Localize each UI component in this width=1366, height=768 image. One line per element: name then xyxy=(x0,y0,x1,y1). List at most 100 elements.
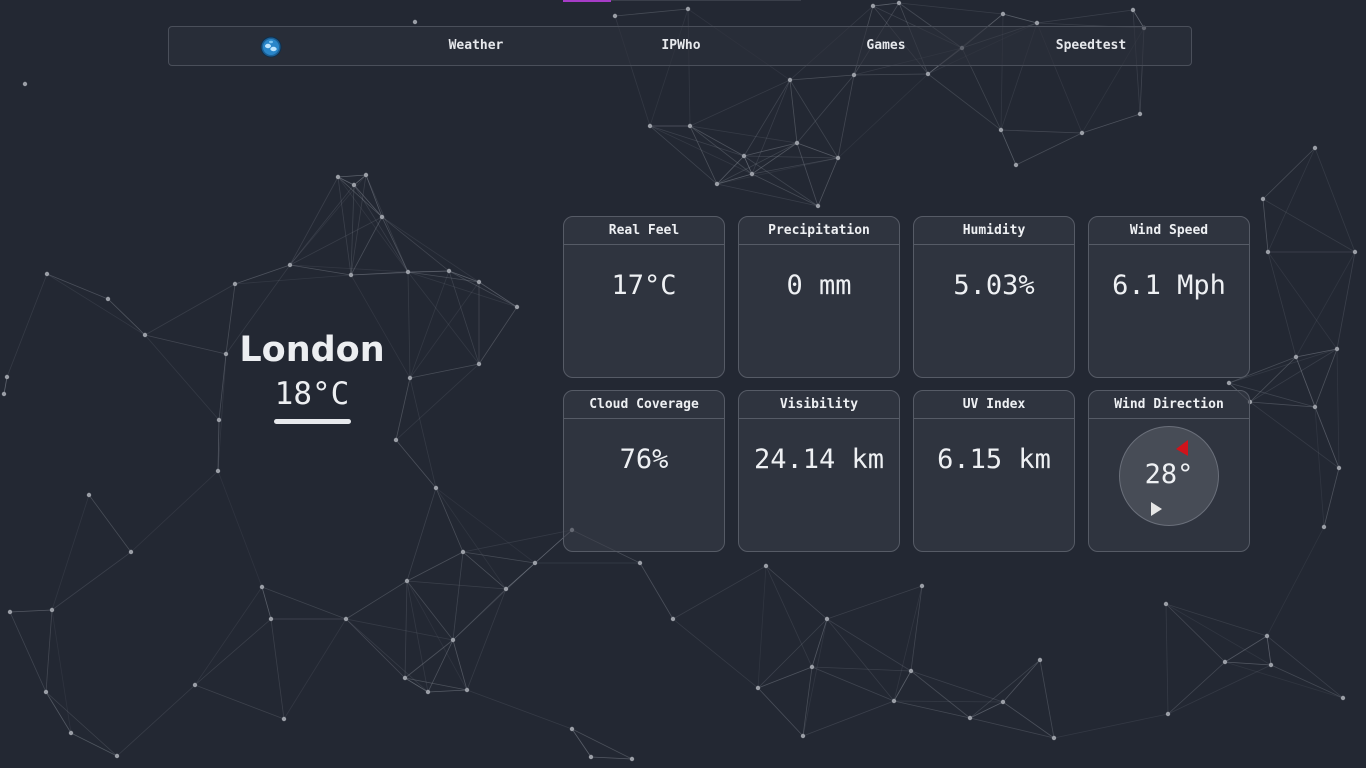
network-link xyxy=(289,216,383,266)
card-value: 5.03% xyxy=(953,270,1035,301)
wind-direction-compass: 28° xyxy=(1119,426,1219,526)
network-link xyxy=(144,334,220,421)
network-link xyxy=(898,2,1004,15)
network-link xyxy=(337,174,367,178)
network-link xyxy=(345,618,454,641)
network-link xyxy=(1165,603,1268,637)
nav-link-ipwho[interactable]: IPWho xyxy=(661,27,700,65)
network-link xyxy=(478,306,518,365)
card-humidity: Humidity 5.03% xyxy=(913,216,1075,378)
network-link xyxy=(817,157,839,207)
network-link xyxy=(407,271,480,283)
network-node xyxy=(232,281,238,287)
network-link xyxy=(743,142,798,157)
network-link xyxy=(757,687,804,737)
network-node xyxy=(402,675,408,681)
network-link xyxy=(1224,661,1344,699)
network-node xyxy=(114,753,120,759)
network-link xyxy=(1167,661,1226,715)
network-link xyxy=(409,377,437,489)
network-node xyxy=(407,375,413,381)
network-node xyxy=(794,140,800,146)
network-node xyxy=(1336,465,1342,471)
network-link xyxy=(672,565,767,620)
network-node xyxy=(1130,7,1136,13)
network-link xyxy=(1267,251,1297,358)
network-link xyxy=(353,174,367,186)
network-node xyxy=(1013,162,1019,168)
network-link xyxy=(893,700,971,719)
network-node xyxy=(629,756,635,762)
network-link xyxy=(789,74,855,81)
network-link xyxy=(45,691,72,734)
weather-globe-icon[interactable] xyxy=(260,36,282,58)
network-link xyxy=(217,353,227,472)
nav-link-speedtest[interactable]: Speedtest xyxy=(1056,27,1126,65)
card-title: Wind Speed xyxy=(1089,217,1249,245)
card-title: Humidity xyxy=(914,217,1074,245)
network-link xyxy=(751,142,798,175)
network-node xyxy=(925,71,931,77)
network-link xyxy=(649,125,718,185)
network-node xyxy=(908,668,914,674)
network-link xyxy=(406,551,464,582)
network-link xyxy=(289,176,339,266)
network-node xyxy=(86,492,92,498)
network-node xyxy=(1079,130,1085,136)
network-link xyxy=(289,264,409,273)
top-navbar: Weather IPWho Games Speedtest xyxy=(168,26,1192,66)
network-node xyxy=(1163,601,1169,607)
network-node xyxy=(412,19,418,25)
card-real-feel: Real Feel 17°C xyxy=(563,216,725,378)
network-link xyxy=(614,8,689,17)
network-node xyxy=(687,123,693,129)
nav-link-weather[interactable]: Weather xyxy=(449,27,504,65)
network-link xyxy=(350,184,355,276)
network-node xyxy=(287,262,293,268)
network-node xyxy=(22,81,28,87)
network-node xyxy=(1165,711,1171,717)
page-top-accent-bar xyxy=(563,0,611,2)
network-link xyxy=(381,216,450,272)
network-node xyxy=(281,716,287,722)
network-link xyxy=(811,666,895,702)
network-link xyxy=(406,487,437,582)
city-name: London xyxy=(239,330,385,370)
network-node xyxy=(142,332,148,338)
network-node xyxy=(1226,380,1232,386)
network-node xyxy=(7,609,13,615)
network-link xyxy=(796,142,839,159)
network-link xyxy=(51,551,132,611)
network-node xyxy=(1340,695,1346,701)
network-node xyxy=(215,468,221,474)
network-link xyxy=(672,618,759,689)
current-temperature: 18°C xyxy=(274,376,350,412)
nav-link-games[interactable]: Games xyxy=(866,27,905,65)
network-link xyxy=(765,565,828,620)
network-node xyxy=(919,583,925,589)
network-node xyxy=(379,214,385,220)
network-link xyxy=(590,756,633,760)
network-link xyxy=(826,585,923,620)
network-node xyxy=(714,181,720,187)
network-link xyxy=(571,728,592,758)
network-node xyxy=(425,689,431,695)
card-title: Visibility xyxy=(739,391,899,419)
network-link xyxy=(478,281,518,308)
network-node xyxy=(43,689,49,695)
network-link xyxy=(194,684,285,720)
wind-direction-value: 28° xyxy=(1144,459,1194,490)
network-node xyxy=(612,13,618,19)
network-link xyxy=(452,639,468,691)
network-link xyxy=(407,271,518,308)
network-node xyxy=(1312,404,1318,410)
network-node xyxy=(1312,145,1318,151)
network-node xyxy=(268,616,274,622)
network-node xyxy=(335,174,341,180)
network-link xyxy=(270,618,285,720)
network-link xyxy=(283,618,347,720)
network-link xyxy=(969,659,1041,719)
network-node xyxy=(755,685,761,691)
network-link xyxy=(130,470,219,553)
card-visibility: Visibility 24.14 km xyxy=(738,390,900,552)
